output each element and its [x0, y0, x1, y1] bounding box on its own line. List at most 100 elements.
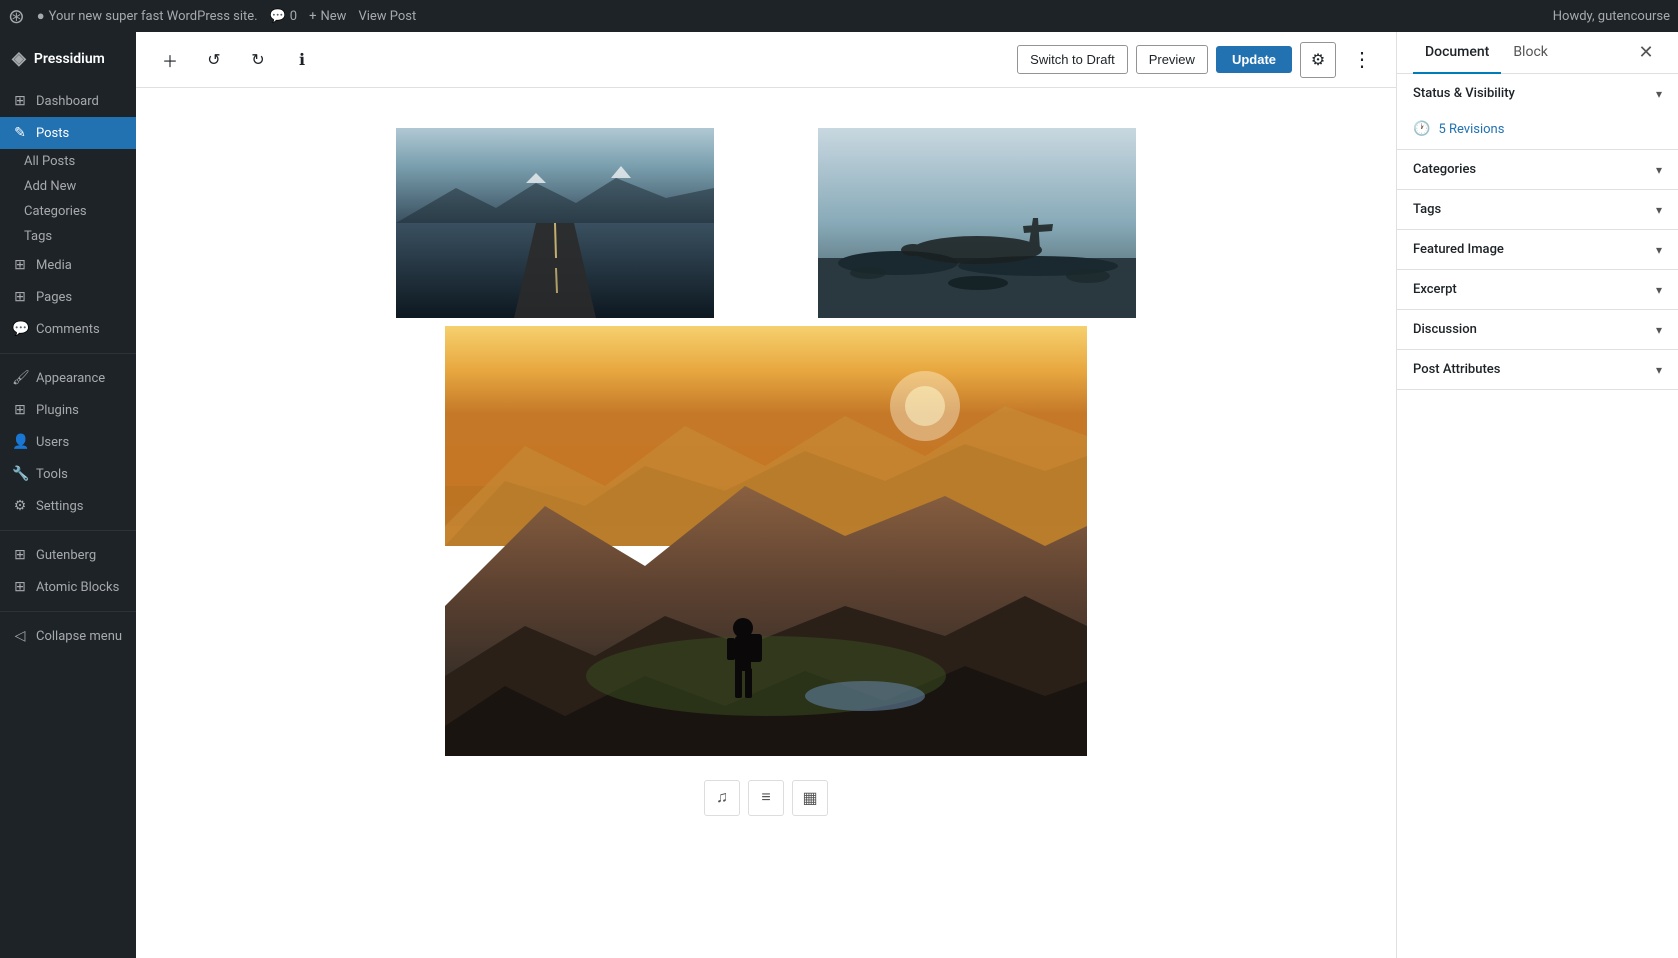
categories-header[interactable]: Categories ▾	[1397, 150, 1678, 189]
gallery-image-plane[interactable]	[768, 128, 1186, 322]
settings-icon: ⚙	[12, 498, 28, 514]
featured-image-header[interactable]: Featured Image ▾	[1397, 230, 1678, 269]
sidebar-item-appearance[interactable]: 🖌 Appearance	[0, 362, 136, 394]
tags-header[interactable]: Tags ▾	[1397, 190, 1678, 229]
pages-icon: ⊞	[12, 289, 28, 305]
list-icon: ≡	[761, 789, 770, 807]
view-post-link[interactable]: View Post	[358, 9, 416, 24]
tab-document[interactable]: Document	[1413, 32, 1501, 74]
sidebar-item-pages[interactable]: ⊞ Pages	[0, 281, 136, 313]
brand-label: Pressidium	[34, 51, 105, 67]
appearance-icon: 🖌	[12, 370, 28, 386]
post-attributes-header[interactable]: Post Attributes ▾	[1397, 350, 1678, 389]
tab-block[interactable]: Block	[1501, 32, 1560, 74]
comments-link[interactable]: 💬 0	[270, 9, 298, 24]
panel-section-post-attributes: Post Attributes ▾	[1397, 350, 1678, 390]
new-button[interactable]: + New	[309, 9, 346, 24]
categories-panel-label: Categories	[1413, 162, 1476, 177]
users-icon: 👤	[12, 434, 28, 450]
revisions-clock-icon: 🕐	[1413, 121, 1430, 137]
sidebar-item-media[interactable]: ⊞ Media	[0, 249, 136, 281]
featured-image-chevron-icon: ▾	[1656, 243, 1662, 257]
discussion-header[interactable]: Discussion ▾	[1397, 310, 1678, 349]
sidebar-item-gutenberg[interactable]: ⊞ Gutenberg	[0, 539, 136, 571]
discussion-chevron-icon: ▾	[1656, 323, 1662, 337]
sidebar-sub-all-posts[interactable]: All Posts	[0, 149, 136, 174]
plugins-label: Plugins	[36, 403, 79, 418]
sidebar-brand[interactable]: ◈ Pressidium	[0, 40, 136, 85]
redo-button[interactable]: ↻	[240, 42, 276, 78]
all-posts-label: All Posts	[24, 154, 75, 169]
sidebar-item-atomic-blocks[interactable]: ⊞ Atomic Blocks	[0, 571, 136, 603]
howdy-text: Howdy, gutencourse	[1553, 9, 1670, 24]
editor-area: ＋ ↺ ↻ ℹ Switch to Draft Preview Update ⚙	[136, 32, 1396, 958]
switch-to-draft-button[interactable]: Switch to Draft	[1017, 45, 1128, 74]
settings-panel-button[interactable]: ⚙	[1300, 42, 1336, 78]
sidebar-item-plugins[interactable]: ⊞ Plugins	[0, 394, 136, 426]
update-button[interactable]: Update	[1216, 46, 1292, 73]
atomic-blocks-label: Atomic Blocks	[36, 580, 119, 595]
excerpt-header[interactable]: Excerpt ▾	[1397, 270, 1678, 309]
dashboard-label: Dashboard	[36, 94, 99, 109]
sidebar-sub-categories[interactable]: Categories	[0, 199, 136, 224]
sidebar-item-users[interactable]: 👤 Users	[0, 426, 136, 458]
wp-logo-icon[interactable]: ⊛	[8, 4, 25, 28]
settings-panel-icon: ⚙	[1311, 50, 1325, 70]
undo-button[interactable]: ↺	[196, 42, 232, 78]
preview-button[interactable]: Preview	[1136, 45, 1208, 74]
sidebar-item-posts[interactable]: ✎ Posts	[0, 117, 136, 149]
site-icon: ●	[37, 8, 45, 24]
discussion-label: Discussion	[1413, 322, 1477, 337]
appearance-label: Appearance	[36, 371, 105, 386]
gutenberg-icon: ⊞	[12, 547, 28, 563]
featured-image-label: Featured Image	[1413, 242, 1504, 257]
comments-icon: 💬	[270, 9, 286, 24]
panel-section-discussion: Discussion ▾	[1397, 310, 1678, 350]
list-block-button[interactable]: ≡	[748, 780, 784, 816]
sidebar-item-dashboard[interactable]: ⊞ Dashboard	[0, 85, 136, 117]
sidebar-item-tools[interactable]: 🔧 Tools	[0, 458, 136, 490]
audio-block-button[interactable]: ♫	[704, 780, 740, 816]
excerpt-label: Excerpt	[1413, 282, 1457, 297]
gallery-image-road[interactable]	[346, 128, 764, 322]
site-name[interactable]: ● Your new super fast WordPress site.	[37, 8, 258, 24]
tags-panel-label: Tags	[1413, 202, 1441, 217]
sidebar-item-settings[interactable]: ⚙ Settings	[0, 490, 136, 522]
settings-label: Settings	[36, 499, 83, 514]
undo-icon: ↺	[207, 50, 220, 70]
image-block-button[interactable]: ▦	[792, 780, 828, 816]
status-visibility-header[interactable]: Status & Visibility ▾	[1397, 74, 1678, 113]
post-attributes-chevron-icon: ▾	[1656, 363, 1662, 377]
media-icon: ⊞	[12, 257, 28, 273]
gallery-image-mountain[interactable]	[346, 326, 1186, 760]
close-panel-button[interactable]: ✕	[1630, 37, 1662, 69]
sidebar-item-collapse[interactable]: ◁ Collapse menu	[0, 620, 136, 652]
sidebar-item-comments[interactable]: 💬 Comments	[0, 313, 136, 345]
revisions-label: 5 Revisions	[1438, 122, 1504, 137]
posts-label: Posts	[36, 126, 69, 141]
tools-label: Tools	[36, 467, 68, 482]
image-icon: ▦	[802, 788, 817, 808]
sidebar-sub-add-new[interactable]: Add New	[0, 174, 136, 199]
plus-icon: +	[309, 9, 316, 24]
plane-image-svg	[768, 128, 1186, 318]
sidebar-sub-tags[interactable]: Tags	[0, 224, 136, 249]
add-block-button[interactable]: ＋	[152, 42, 188, 78]
info-button[interactable]: ℹ	[284, 42, 320, 78]
users-label: Users	[36, 435, 69, 450]
more-options-button[interactable]: ⋮	[1344, 42, 1380, 78]
right-panel-content: Status & Visibility ▾ 🕐 5 Revisions Cate…	[1397, 74, 1678, 958]
road-image-svg	[346, 128, 764, 318]
panel-section-featured-image: Featured Image ▾	[1397, 230, 1678, 270]
panel-section-categories: Categories ▾	[1397, 150, 1678, 190]
categories-label: Categories	[24, 204, 87, 219]
pages-label: Pages	[36, 290, 72, 305]
comments-nav-icon: 💬	[12, 321, 28, 337]
categories-chevron-icon: ▾	[1656, 163, 1662, 177]
admin-bar: ⊛ ● Your new super fast WordPress site. …	[0, 0, 1678, 32]
mountain-image-svg	[346, 326, 1186, 756]
canvas-area[interactable]: ♫ ≡ ▦	[136, 88, 1396, 958]
add-new-label: Add New	[24, 179, 76, 194]
revisions-row[interactable]: 🕐 5 Revisions	[1397, 113, 1678, 149]
redo-icon: ↻	[251, 50, 264, 70]
